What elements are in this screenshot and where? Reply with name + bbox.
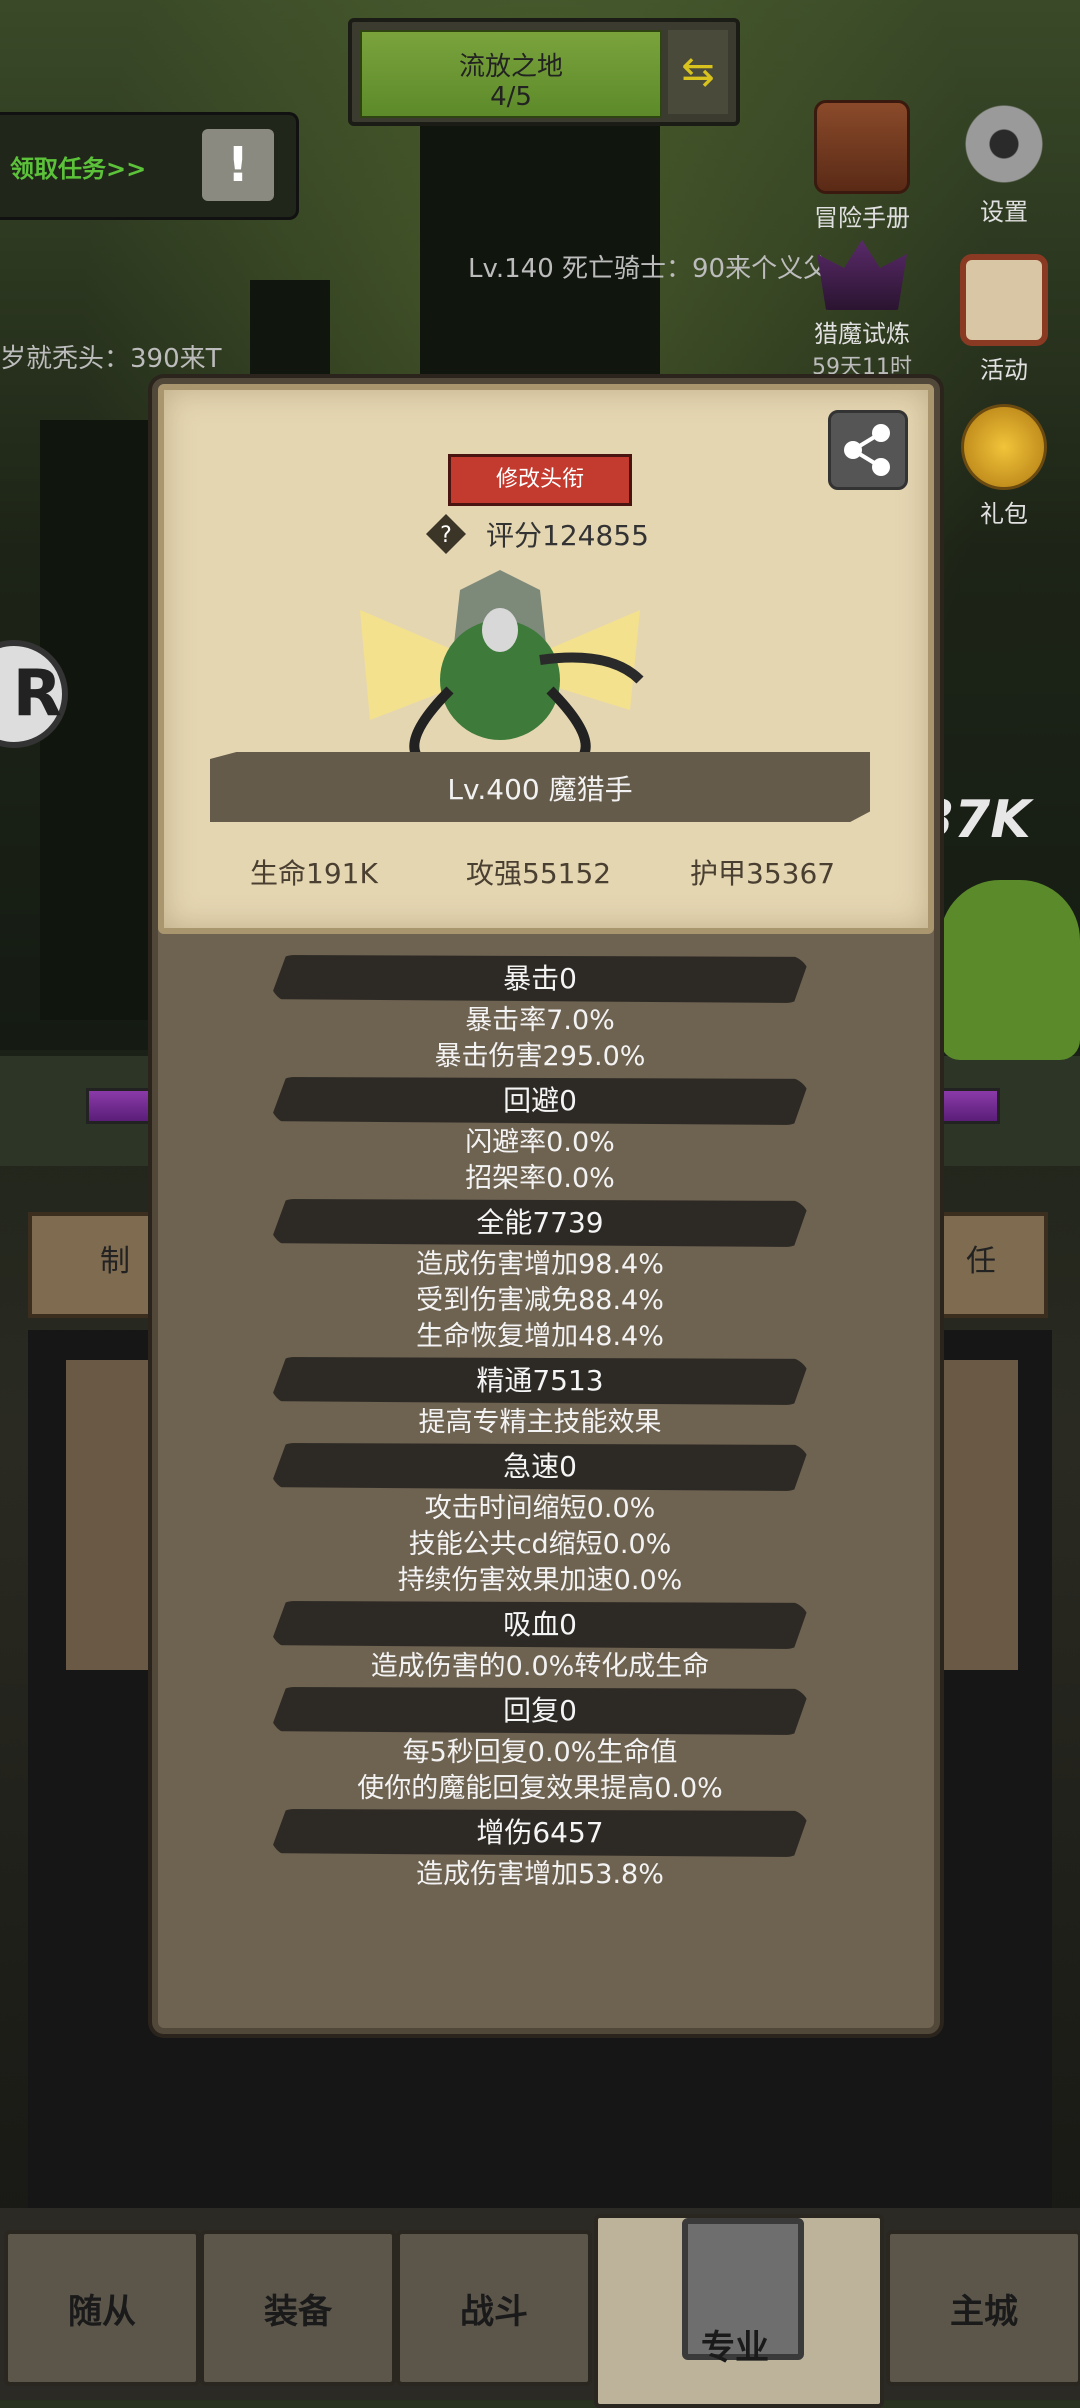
- nav-followers[interactable]: 随从: [4, 2230, 200, 2386]
- nav-equipment[interactable]: 装备: [200, 2230, 396, 2386]
- enemy-monster: [940, 880, 1080, 1060]
- quest-panel[interactable]: 领取任务>> !: [0, 112, 299, 220]
- share-button[interactable]: [828, 410, 908, 490]
- gift-pack-label: 礼包: [980, 500, 1028, 528]
- settings-label: 设置: [980, 198, 1028, 226]
- swap-icon[interactable]: ⇆: [668, 30, 728, 114]
- adventure-book-button[interactable]: 冒险手册: [812, 100, 912, 233]
- adventure-book-label: 冒险手册: [814, 204, 910, 232]
- quest-label[interactable]: 领取任务>>: [10, 149, 146, 184]
- stat-group-title: 急速0: [270, 1443, 810, 1491]
- stat-group-damage-bonus: 增伤6457 造成伤害增加53.8%: [158, 1809, 922, 1893]
- demon-trial-icon: [817, 240, 907, 310]
- stat-group-title: 回复0: [270, 1687, 810, 1735]
- hero-name: Lv.400 魔猎手: [447, 773, 633, 806]
- stat-group-title: 吸血0: [270, 1601, 810, 1649]
- stat-line: 闪避率0.0%: [465, 1127, 615, 1158]
- score-text: 评分124855: [486, 519, 649, 552]
- stat-group-haste: 急速0 攻击时间缩短0.0% 技能公共cd缩短0.0% 持续伤害效果加速0.0%: [158, 1443, 922, 1599]
- stat-line: 提高专精主技能效果: [418, 1407, 662, 1438]
- stat-line: 使你的魔能回复效果提高0.0%: [357, 1773, 723, 1804]
- hp-stat: 生命191K: [250, 857, 378, 890]
- gear-icon: [959, 100, 1049, 188]
- stat-group-leech: 吸血0 造成伤害的0.0%转化成生命: [158, 1601, 922, 1685]
- stat-group-title: 暴击0: [270, 955, 810, 1003]
- demon-trial-label: 猎魔试炼: [814, 320, 910, 348]
- stage-progress: 4/5: [490, 82, 532, 112]
- gift-pack-button[interactable]: 礼包: [954, 404, 1054, 529]
- stage-info: 流放之地 4/5: [360, 30, 662, 118]
- stat-group-regen: 回复0 每5秒回复0.0%生命值 使你的魔能回复效果提高0.0%: [158, 1687, 922, 1807]
- stat-line: 攻击时间缩短0.0%: [424, 1493, 656, 1524]
- nav-profession-label[interactable]: 专业: [594, 2320, 876, 2369]
- stat-line: 每5秒回复0.0%生命值: [402, 1737, 678, 1768]
- gift-icon: [961, 404, 1047, 490]
- stage-panel: 流放之地 4/5 ⇆: [348, 18, 740, 126]
- question-icon[interactable]: ?: [426, 514, 466, 554]
- stat-group-title: 回避0: [270, 1077, 810, 1125]
- svg-text:?: ?: [440, 523, 452, 548]
- stat-line: 造成伤害的0.0%转化成生命: [370, 1651, 710, 1682]
- book-icon: [814, 100, 910, 194]
- nav-battle[interactable]: 战斗: [396, 2230, 592, 2386]
- stat-line: 暴击率7.0%: [465, 1005, 615, 1036]
- stat-group-crit: 暴击0 暴击率7.0% 暴击伤害295.0%: [158, 955, 922, 1075]
- exclamation-icon[interactable]: !: [202, 129, 274, 201]
- event-info-text: 岁就秃头：390来T: [0, 344, 222, 374]
- nav-main-city[interactable]: 主城: [886, 2230, 1080, 2386]
- stat-group-title: 精通7513: [270, 1357, 810, 1405]
- stat-group-mastery: 精通7513 提高专精主技能效果: [158, 1357, 922, 1441]
- events-label: 活动: [980, 356, 1028, 384]
- stat-group-avoidance: 回避0 闪避率0.0% 招架率0.0%: [158, 1077, 922, 1197]
- calendar-icon: [960, 254, 1048, 346]
- stat-list: 暴击0 暴击率7.0% 暴击伤害295.0% 回避0 闪避率0.0% 招架率0.…: [158, 955, 922, 1895]
- stat-line: 招架率0.0%: [465, 1163, 615, 1194]
- settings-button[interactable]: 设置: [954, 100, 1054, 227]
- tab-left[interactable]: 制: [100, 1236, 130, 1280]
- stat-group-versatility: 全能7739 造成伤害增加98.4% 受到伤害减免88.4% 生命恢复增加48.…: [158, 1199, 922, 1355]
- armor-stat: 护甲35367: [690, 857, 836, 890]
- trial-timer: 59天11时: [812, 355, 912, 380]
- share-icon: [844, 424, 890, 476]
- demon-trial-button[interactable]: 猎魔试炼 59天11时: [812, 240, 912, 381]
- hero-health-bar: [86, 1088, 162, 1124]
- stat-line: 暴击伤害295.0%: [434, 1041, 646, 1072]
- boss-info-text: Lv.140 死亡骑士：90来个义父: [468, 254, 830, 284]
- stat-line: 技能公共cd缩短0.0%: [408, 1529, 672, 1560]
- change-title-button[interactable]: 修改头衔: [448, 454, 632, 506]
- events-button[interactable]: 活动: [954, 254, 1054, 385]
- stat-line: 受到伤害减免88.4%: [416, 1285, 664, 1316]
- stat-line: 造成伤害增加98.4%: [416, 1249, 664, 1280]
- stage-name: 流放之地: [458, 52, 563, 82]
- stat-line: 生命恢复增加48.4%: [416, 1321, 664, 1352]
- stat-line: 造成伤害增加53.8%: [416, 1859, 664, 1890]
- hero-portrait: [360, 570, 644, 764]
- tab-right[interactable]: 任: [966, 1236, 996, 1280]
- stat-group-title: 全能7739: [270, 1199, 810, 1247]
- attack-stat: 攻强55152: [466, 857, 612, 890]
- stat-line: 持续伤害效果加速0.0%: [397, 1565, 683, 1596]
- stat-group-title: 增伤6457: [270, 1809, 810, 1857]
